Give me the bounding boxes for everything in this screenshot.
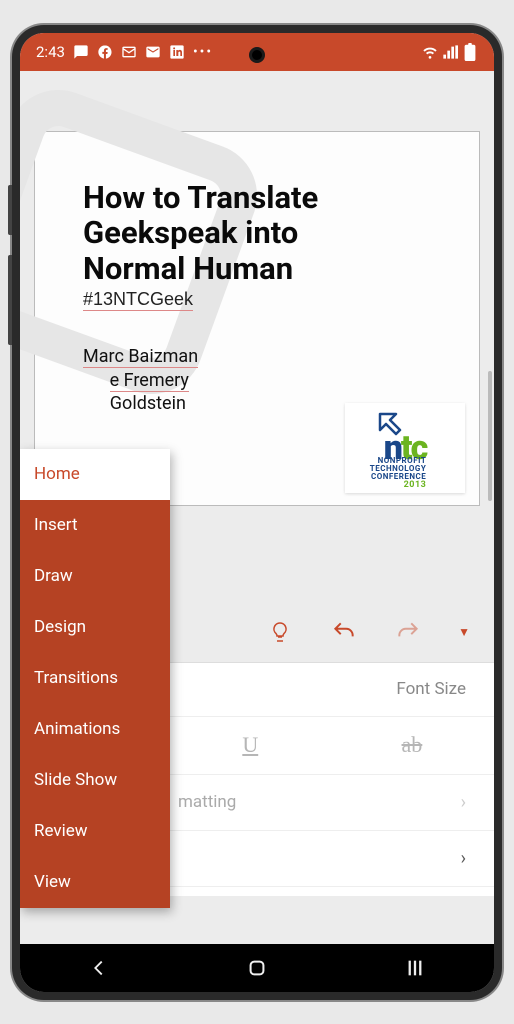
ribbon-draw[interactable]: Draw	[20, 551, 170, 602]
redo-icon[interactable]	[394, 618, 422, 646]
ribbon-review[interactable]: Review	[20, 806, 170, 857]
linkedin-icon	[169, 44, 185, 60]
underline-button[interactable]: U	[242, 732, 258, 758]
author2: e Fremery	[110, 370, 189, 392]
title-line1: How to Translate	[83, 179, 318, 216]
front-camera	[249, 47, 265, 63]
expand-down-icon[interactable]: ▼	[458, 625, 470, 639]
facebook-icon	[97, 44, 113, 60]
wifi-icon	[422, 44, 438, 60]
recents-button[interactable]	[401, 954, 429, 982]
title-line3: Normal Human	[83, 250, 293, 287]
slide-hashtag[interactable]: #13NTCGeek	[83, 288, 193, 311]
ribbon-view[interactable]: View	[20, 857, 170, 908]
mail-icon	[121, 44, 137, 60]
ribbon-design[interactable]: Design	[20, 602, 170, 653]
message-icon	[73, 44, 89, 60]
author3: Goldstein	[110, 393, 186, 414]
font-size-label: Font Size	[396, 679, 466, 699]
ribbon-home[interactable]: Home	[20, 449, 170, 500]
chevron-right-icon: ›	[461, 792, 466, 813]
ribbon-animations[interactable]: Animations	[20, 704, 170, 755]
ribbon-menu: Home Insert Draw Design Transitions Anim…	[20, 449, 170, 908]
home-button[interactable]	[243, 954, 271, 982]
more-icon: •••	[193, 44, 213, 60]
mail-red-icon	[145, 44, 161, 60]
title-line2: Geekspeak into	[83, 214, 298, 251]
battery-icon	[462, 44, 478, 60]
undo-icon[interactable]	[330, 618, 358, 646]
signal-icon	[442, 44, 458, 60]
author1: Marc Baizman	[83, 346, 198, 368]
slide-title[interactable]: How to Translate Geekspeak into Normal H…	[83, 180, 459, 287]
ribbon-insert[interactable]: Insert	[20, 500, 170, 551]
lightbulb-icon[interactable]	[266, 618, 294, 646]
slide-authors[interactable]: Marc Baizman xxxe Fremery xxxGoldstein	[83, 345, 459, 415]
strikethrough-button[interactable]: ab	[402, 732, 423, 758]
scroll-indicator[interactable]	[488, 371, 492, 501]
back-button[interactable]	[85, 954, 113, 982]
chevron-right-icon: ›	[461, 848, 466, 869]
logo-year: 2013	[370, 481, 427, 490]
ribbon-slide-show[interactable]: Slide Show	[20, 755, 170, 806]
status-time: 2:43	[36, 43, 65, 61]
ribbon-transitions[interactable]: Transitions	[20, 653, 170, 704]
android-nav-bar	[20, 944, 494, 992]
ntc-logo: ntc NONPROFIT TECHNOLOGY CONFERENCE 2013	[345, 403, 465, 493]
editor-area: How to Translate Geekspeak into Normal H…	[20, 71, 494, 944]
